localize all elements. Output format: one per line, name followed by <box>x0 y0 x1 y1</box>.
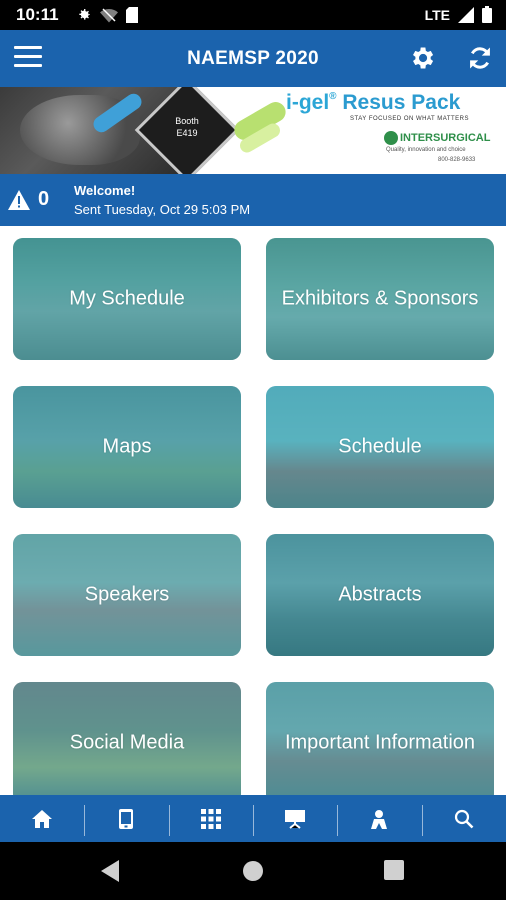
tab-attendees[interactable] <box>337 795 421 842</box>
settings-button[interactable] <box>408 44 436 72</box>
tile-abstracts[interactable]: Abstracts <box>266 534 494 656</box>
status-right-icons: LTE <box>425 6 492 23</box>
alert-count: 0 <box>8 188 49 211</box>
home-circle-icon <box>243 861 263 881</box>
tab-home[interactable] <box>0 795 84 842</box>
network-type: LTE <box>424 6 450 23</box>
bottom-tab-bar <box>0 795 506 842</box>
tab-presentations[interactable] <box>252 795 337 842</box>
status-left-icons <box>76 7 138 23</box>
banner-headline: i-gel® Resus Pack <box>286 91 461 114</box>
tile-important-information[interactable]: Important Information <box>266 682 494 804</box>
presentation-board-icon <box>285 809 306 829</box>
tile-social-media[interactable]: Social Media <box>13 682 241 804</box>
tile-maps[interactable]: Maps <box>13 386 241 508</box>
wifi-off-icon <box>100 8 118 23</box>
tile-label: My Schedule <box>69 287 185 310</box>
tile-my-schedule[interactable]: My Schedule <box>13 238 241 360</box>
company-tagline: Quality, innovation and choice <box>386 147 466 153</box>
status-time: 10:11 <box>16 5 59 24</box>
company-phone: 800-828-9633 <box>438 157 476 163</box>
recents-button[interactable] <box>384 860 408 884</box>
settings-notification-icon <box>79 9 90 20</box>
refresh-icon <box>470 47 490 69</box>
battery-icon <box>482 6 492 23</box>
grid-icon <box>200 808 221 829</box>
tab-mobile[interactable] <box>84 795 168 842</box>
tile-label: Schedule <box>338 435 422 458</box>
tab-grid[interactable] <box>168 795 253 842</box>
person-icon <box>371 809 388 829</box>
tab-search[interactable] <box>421 795 506 842</box>
notification-subtitle: Sent Tuesday, Oct 29 5:03 PM <box>74 202 251 217</box>
warning-icon <box>8 189 30 210</box>
alert-count-value: 0 <box>38 188 50 210</box>
system-nav-bar <box>0 842 506 900</box>
booth-number: E419 <box>176 128 198 138</box>
notification-bar[interactable]: 0 Welcome! Sent Tuesday, Oct 29 5:03 PM <box>0 174 506 226</box>
tile-label: Exhibitors & Sponsors <box>281 287 479 310</box>
tile-label: Important Information <box>284 731 476 754</box>
banner-tagline: STAY FOCUSED ON WHAT MATTERS <box>350 116 470 122</box>
booth-text: Booth E419 <box>150 115 224 139</box>
status-bar: 10:11 LTE <box>0 0 506 30</box>
tile-label: Speakers <box>84 583 170 606</box>
booth-label: Booth <box>175 116 199 126</box>
banner-product: Resus Pack <box>342 91 461 114</box>
tile-speakers[interactable]: Speakers <box>13 534 241 656</box>
tile-label: Social Media <box>69 731 185 754</box>
tile-exhibitors-sponsors[interactable]: Exhibitors & Sponsors <box>266 238 494 360</box>
recents-icon <box>384 860 404 880</box>
home-icon <box>32 809 53 828</box>
tile-schedule[interactable]: Schedule <box>266 386 494 508</box>
notification-title: Welcome! <box>74 183 136 198</box>
tile-label: Abstracts <box>338 583 422 606</box>
home-nav-button[interactable] <box>242 860 266 884</box>
sd-card-icon <box>126 7 138 23</box>
sponsor-banner[interactable]: Booth E419 i-gel® Resus Pack STAY FOCUSE… <box>0 87 506 174</box>
gear-icon <box>413 47 434 69</box>
back-button[interactable] <box>101 860 125 884</box>
product-image <box>224 87 294 174</box>
search-icon <box>454 809 474 828</box>
intersurgical-logo-icon <box>384 131 398 145</box>
back-icon <box>101 860 119 882</box>
tile-label: Maps <box>102 435 152 458</box>
mobile-device-icon <box>119 808 134 829</box>
refresh-button[interactable] <box>466 44 494 72</box>
app-bar: NAEMSP 2020 <box>0 30 506 87</box>
signal-icon <box>458 6 474 23</box>
company-name: INTERSURGICAL <box>400 132 491 144</box>
banner-brand: i-gel <box>286 91 330 114</box>
